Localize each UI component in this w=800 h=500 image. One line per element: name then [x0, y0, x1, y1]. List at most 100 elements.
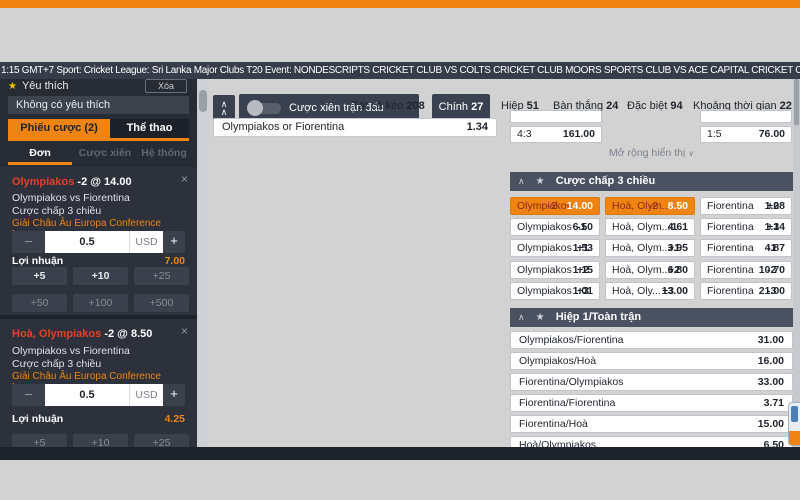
toggle-knob[interactable]: [247, 100, 263, 116]
score-label: 1:5: [707, 127, 722, 142]
htft-odds-row[interactable]: Olympiakos/Fiorentina 31.00: [510, 331, 793, 349]
quick-stake-button[interactable]: +5: [12, 267, 67, 285]
handicap-odds-cell[interactable]: Fiorentina +2 1.08: [700, 197, 792, 215]
stake-decrease-button[interactable]: –: [12, 384, 45, 406]
subtab-single[interactable]: Đơn: [8, 145, 72, 165]
widget-graphic: [791, 406, 798, 422]
cell-team: Fiorentina: [707, 262, 754, 278]
subtab-system[interactable]: Hệ thống: [138, 145, 190, 162]
bet-line-odds: -2 @ 14.00: [77, 176, 131, 188]
profit-label: Lợi nhuận: [12, 413, 63, 425]
close-icon[interactable]: ×: [181, 325, 188, 337]
clear-favorites-button[interactable]: Xóa: [145, 79, 187, 93]
handicap-odds-cell[interactable]: Fiorentina -2 10.70: [700, 261, 792, 279]
profit-value: 4.25: [165, 413, 185, 425]
tab-specials[interactable]: Đặc biệt94: [627, 100, 683, 112]
section-header-handicap[interactable]: ∧ ★ Cược chấp 3 chiều: [510, 172, 793, 191]
section-header-htft[interactable]: ∧ ★ Hiệp 1/Toàn trận: [510, 308, 793, 327]
stake-stepper: – 0.5 USD +: [12, 384, 185, 406]
bet-market: Cược chấp 3 chiều: [12, 205, 101, 217]
cell-team: Hoà, Oly...: [612, 283, 661, 299]
profit-label: Lợi nhuận: [12, 255, 63, 267]
star-icon[interactable]: ★: [536, 312, 545, 323]
stake-decrease-button[interactable]: –: [12, 231, 45, 253]
sidebar-scrollbar[interactable]: [197, 79, 209, 447]
currency-label: USD: [129, 384, 163, 406]
handicap-odds-cell[interactable]: Hoà, Olym... -1 4.61: [605, 218, 695, 236]
quick-stake-button[interactable]: +25: [134, 267, 189, 285]
star-icon[interactable]: ★: [536, 176, 545, 187]
currency-label: USD: [129, 231, 163, 253]
handicap-odds-cell[interactable]: Hoà, Olym... +2 6.80: [605, 261, 695, 279]
handicap-odds-cell[interactable]: Fiorentina -3 21.00: [700, 282, 792, 300]
scrollbar-thumb[interactable]: [794, 79, 799, 125]
htft-odds-row[interactable]: Olympiakos/Hoà 16.00: [510, 352, 793, 370]
stake-stepper: – 0.5 USD +: [12, 231, 185, 253]
htft-odds-row[interactable]: Fiorentina/Olympiakos 33.00: [510, 373, 793, 391]
selection-label: Fiorentina/Hoà: [519, 416, 588, 432]
handicap-odds-cell[interactable]: Fiorentina +1 1.34: [700, 218, 792, 236]
handicap-odds-cell[interactable]: Fiorentina -1 4.87: [700, 239, 792, 257]
quick-stake-button[interactable]: +10: [73, 434, 128, 447]
quick-stake-button[interactable]: +5: [12, 434, 67, 447]
handicap-odds-cell[interactable]: Olympiakos -1 6.50: [510, 218, 600, 236]
odds-value: 3.71: [764, 395, 784, 411]
odds-value: 1.34: [467, 119, 488, 136]
handicap-odds-cell[interactable]: Olympiakos +3 1.01: [510, 282, 600, 300]
bet-match: Olympiakos vs Fiorentina: [12, 345, 130, 357]
correct-score-cell[interactable]: 4:3 161.00: [510, 126, 602, 143]
floating-widget[interactable]: [788, 402, 800, 446]
chevron-up-icon[interactable]: ∧: [518, 176, 525, 186]
cell-line: -2: [548, 198, 557, 214]
stake-input[interactable]: 0.5: [45, 384, 129, 406]
bet-match: Olympiakos vs Fiorentina: [12, 192, 130, 204]
market-label: Olympiakos or Fiorentina: [222, 119, 344, 136]
odds-value: 1.34: [765, 219, 785, 235]
cell-team: Olympiakos: [517, 219, 572, 235]
score-cell-partial[interactable]: [510, 110, 602, 123]
handicap-odds-cell-selected[interactable]: Olympiakos -2 14.00: [510, 197, 600, 215]
selection-label: Olympiakos/Hoà: [519, 353, 596, 369]
score-label: 4:3: [517, 127, 532, 142]
handicap-odds-cell-selected[interactable]: Hoà, Olym... -2 8.50: [605, 197, 695, 215]
handicap-odds-cell[interactable]: Hoà, Olym... +1 3.95: [605, 239, 695, 257]
expand-view-link[interactable]: Mở rộng hiển thị ∨: [510, 147, 793, 161]
stake-input[interactable]: 0.5: [45, 231, 129, 253]
chevron-up-icon[interactable]: ∧: [518, 312, 525, 322]
quick-stake-button[interactable]: +50: [12, 294, 67, 312]
main-scrollbar[interactable]: [793, 79, 800, 447]
score-cell-partial[interactable]: [700, 110, 792, 123]
quick-stake-button[interactable]: +500: [134, 294, 189, 312]
odds-value: 3.95: [668, 240, 688, 256]
subtab-parlay[interactable]: Cược xiên: [76, 145, 134, 162]
bet-line-odds: -2 @ 8.50: [104, 328, 152, 340]
cell-team: Fiorentina: [707, 240, 754, 256]
htft-odds-row[interactable]: Fiorentina/Fiorentina 3.71: [510, 394, 793, 412]
cell-team: Olympiakos: [517, 198, 572, 214]
stake-increase-button[interactable]: +: [163, 384, 185, 406]
tab-main[interactable]: Chính 27: [432, 94, 490, 121]
bet-card: × Olympiakos -2 @ 14.00 Olympiakos vs Fi…: [0, 167, 197, 315]
correct-score-cell[interactable]: 1:5 76.00: [700, 126, 792, 143]
stake-increase-button[interactable]: +: [163, 231, 185, 253]
tab-betslip[interactable]: Phiếu cược (2): [8, 119, 110, 138]
cell-team: Hoà, Olym...: [612, 240, 670, 256]
close-icon[interactable]: ×: [181, 173, 188, 185]
htft-odds-row[interactable]: Fiorentina/Hoà 15.00: [510, 415, 793, 433]
cell-team: Fiorentina: [707, 219, 754, 235]
quick-stake-button[interactable]: +25: [134, 434, 189, 447]
quick-stake-button[interactable]: +100: [73, 294, 128, 312]
active-tab-underline: [8, 138, 189, 141]
cell-team: Hoà, Olym...: [612, 219, 670, 235]
no-favorites-message: Không có yêu thích: [8, 96, 189, 114]
cell-team: Olympiakos: [517, 283, 572, 299]
handicap-odds-cell[interactable]: Hoà, Oly... +3 13.00: [605, 282, 695, 300]
scrollbar-thumb[interactable]: [199, 90, 207, 112]
handicap-odds-cell[interactable]: Olympiakos +1 1.53: [510, 239, 600, 257]
tab-all-odds[interactable]: Tất cả kèo208: [352, 100, 425, 112]
quick-stake-button[interactable]: +10: [73, 267, 128, 285]
handicap-odds-cell[interactable]: Olympiakos +2 1.15: [510, 261, 600, 279]
tab-sports[interactable]: Thể thao: [110, 119, 189, 138]
section-title: Hiệp 1/Toàn trận: [556, 311, 641, 323]
odds-row-either-team[interactable]: Olympiakos or Fiorentina 1.34: [213, 118, 497, 137]
